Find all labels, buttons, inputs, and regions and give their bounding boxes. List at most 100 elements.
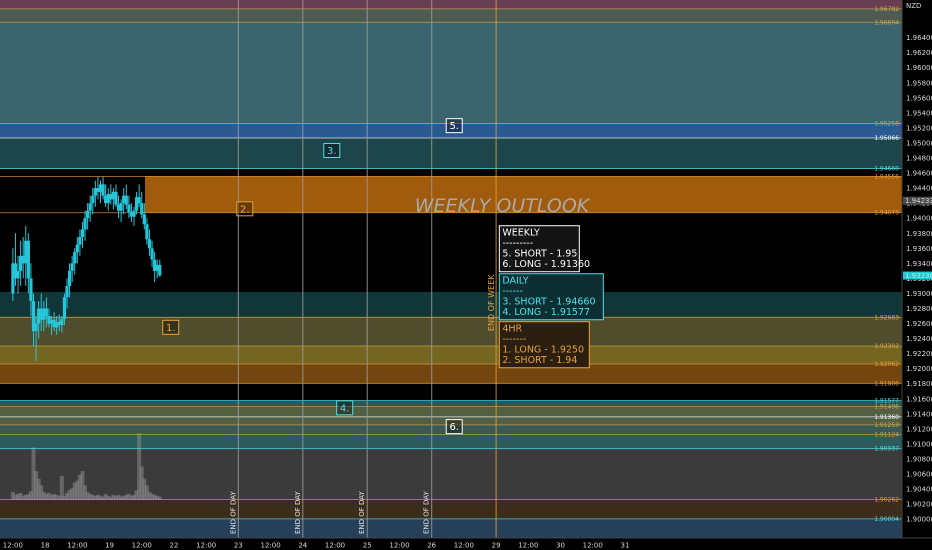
time-tick-label: 12:00 xyxy=(583,542,603,550)
price-tick-label: 1.95200 xyxy=(906,124,932,132)
time-tick-label: 31 xyxy=(620,542,629,550)
candle-body xyxy=(60,319,64,326)
price-axis[interactable]: 1.96400 1.96200 1.96000 1.95800 1.95600 1.954… xyxy=(901,0,932,550)
candle-body xyxy=(67,270,72,286)
candle-body xyxy=(34,323,38,332)
summary-box-line: 1. LONG - 1.9250 xyxy=(502,345,584,356)
price-tick-label: 1.91600 xyxy=(906,395,932,403)
zone-band xyxy=(0,400,902,407)
candle-body xyxy=(86,210,90,219)
time-tick-label: 26 xyxy=(427,542,436,550)
candle-body xyxy=(132,210,136,217)
summary-box-line: --------- xyxy=(502,238,533,249)
level-label: 1.95066 xyxy=(874,135,899,142)
candle-body xyxy=(44,308,48,317)
currency-label: NZD xyxy=(906,2,921,10)
price-tick-label: 1.90800 xyxy=(906,455,932,463)
candle-body xyxy=(142,214,146,225)
time-tick-label: 12:00 xyxy=(3,542,23,550)
summary-box-title: 4HR xyxy=(502,324,522,335)
price-tick-label: 1.94800 xyxy=(906,155,932,163)
zone-band xyxy=(0,499,902,519)
candle-body xyxy=(78,237,82,245)
price-tick-label: 1.91400 xyxy=(906,410,932,418)
candle-body xyxy=(124,195,128,205)
candle-body xyxy=(65,285,69,298)
price-tick-label: 1.91800 xyxy=(906,380,932,388)
candle-body xyxy=(147,239,152,249)
level-label: 1.91253 xyxy=(874,422,899,429)
time-tick-label: 12:00 xyxy=(132,542,152,550)
zone-band xyxy=(0,291,902,318)
time-tick-label: 24 xyxy=(298,542,307,550)
level-label: 1.91360 xyxy=(874,414,899,421)
summary-box-line: ------ xyxy=(502,286,523,297)
level-label: 1.94660 xyxy=(874,166,899,173)
price-tick-label: 1.90200 xyxy=(906,501,932,509)
price-tick-label: 1.95400 xyxy=(906,109,932,117)
level-label: 1.96782 xyxy=(874,6,899,13)
price-tick-label: 1.93400 xyxy=(906,260,932,268)
level-label: 1.92683 xyxy=(874,314,899,321)
time-tick-label: 22 xyxy=(169,542,178,550)
level-label: 1.92302 xyxy=(874,343,899,350)
price-chart[interactable]: 1.96782 1.96604 1.95258 1.95066 1.946601.945… xyxy=(0,0,932,550)
price-tick-label: 1.96200 xyxy=(906,49,932,57)
zone-marker-label: 6. xyxy=(449,422,459,433)
time-tick-label: 23 xyxy=(234,542,243,550)
zone-band xyxy=(0,22,902,124)
zone-band xyxy=(0,345,902,365)
candle-body xyxy=(137,197,141,204)
candle-body xyxy=(75,244,79,253)
time-tick-label: 12:00 xyxy=(389,542,409,550)
summary-box-title: DAILY xyxy=(502,276,528,287)
candle-body xyxy=(16,270,20,279)
candle-body xyxy=(114,191,118,205)
level-label: 1.91496 xyxy=(874,404,899,411)
time-tick-label: 30 xyxy=(556,542,565,550)
time-tick-label: 12:00 xyxy=(454,542,474,550)
day-separator-label: END OF DAY xyxy=(294,490,302,534)
candle-body xyxy=(80,229,85,238)
summary-box-line: 6. LONG - 1.91360 xyxy=(502,259,590,270)
day-separator-label: END OF DAY xyxy=(423,490,431,534)
level-label: 1.90262 xyxy=(874,496,899,503)
price-tick-label: 1.93800 xyxy=(906,230,932,238)
price-tick-label: 1.92600 xyxy=(906,320,932,328)
candle-body xyxy=(88,203,92,211)
candle-body xyxy=(127,204,131,213)
summary-box-line: 4. LONG - 1.91577 xyxy=(502,307,590,318)
summary-box-line: 3. SHORT - 1.94660 xyxy=(502,297,595,308)
candle-body xyxy=(101,184,105,196)
level-label: 1.94073 xyxy=(874,210,899,217)
price-tick-label: 1.94600 xyxy=(906,170,932,178)
time-axis[interactable]: 12:00 18 12:00 19 12:00 22 12:00 23 12:00 24 12:00… xyxy=(0,537,932,550)
price-tick-label: 1.90600 xyxy=(906,471,932,479)
candle-body xyxy=(145,224,149,240)
time-tick-label: 18 xyxy=(41,542,50,550)
time-tick-label: 12:00 xyxy=(518,542,538,550)
price-tick-label: 1.94400 xyxy=(906,185,932,193)
price-tick-label: 1.96000 xyxy=(906,64,932,72)
zone-band xyxy=(0,8,902,23)
summary-box-line: ------- xyxy=(502,334,526,345)
summary-box-line: 5. SHORT - 1.95 xyxy=(502,249,577,260)
zone-band xyxy=(0,137,902,169)
time-tick-label: 12:00 xyxy=(325,542,345,550)
candle-body xyxy=(26,240,30,279)
price-tick-label: 1.95000 xyxy=(906,139,932,147)
price-tick-label: 1.93000 xyxy=(906,290,932,298)
last-close-label: 1.93238 xyxy=(905,272,932,280)
price-tick-label: 1.92200 xyxy=(906,350,932,358)
candle-body xyxy=(150,248,154,260)
level-label: 1.92062 xyxy=(874,361,899,368)
zone-band xyxy=(0,518,902,538)
current-price-label: 1.94233 xyxy=(905,197,932,205)
candle-body xyxy=(83,218,87,230)
candle-body xyxy=(73,252,77,264)
price-tick-label: 1.95600 xyxy=(906,94,932,102)
zone-band xyxy=(0,0,902,9)
price-tick-label: 1.92800 xyxy=(906,305,932,313)
price-tick-label: 1.95800 xyxy=(906,79,932,87)
time-tick-label: 29 xyxy=(492,542,501,550)
